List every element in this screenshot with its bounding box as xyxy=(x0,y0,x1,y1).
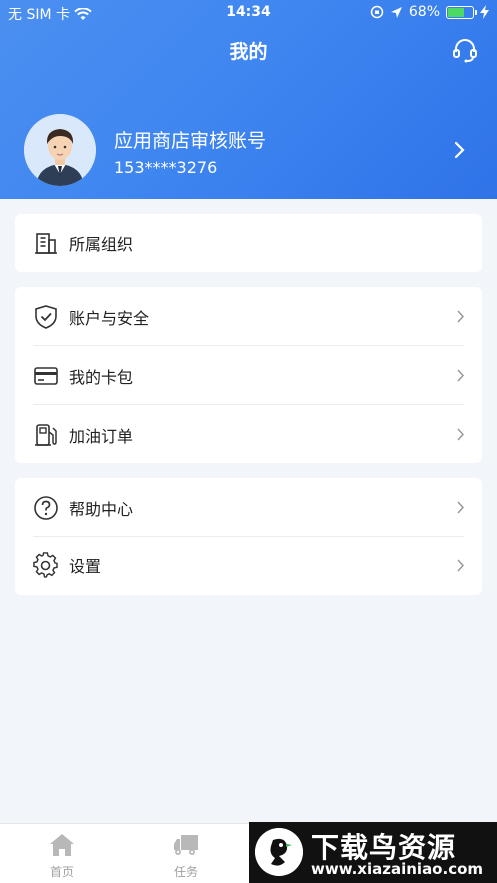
menu-card-support: 帮助中心 设置 xyxy=(15,478,482,595)
status-bar: 无 SIM 卡 14:34 68% xyxy=(0,0,497,26)
chevron-right-icon xyxy=(457,559,465,572)
building-icon xyxy=(35,233,57,254)
user-avatar-icon xyxy=(24,114,96,186)
watermark-url: www.xiazainiao.com xyxy=(311,860,484,878)
menu-item-card-wallet[interactable]: 我的卡包 xyxy=(15,346,482,405)
menu-item-label: 我的卡包 xyxy=(69,367,134,387)
customer-service-icon[interactable] xyxy=(451,36,479,64)
help-icon xyxy=(34,495,58,520)
battery-level xyxy=(448,7,465,17)
chevron-right-icon xyxy=(457,428,465,441)
card-icon xyxy=(34,366,58,385)
chevron-right-icon[interactable] xyxy=(453,140,467,160)
chevron-right-icon xyxy=(457,310,465,323)
menu-item-account-security[interactable]: 账户与安全 xyxy=(15,287,482,346)
battery-icon xyxy=(446,5,477,19)
watermark: 下载鸟资源 www.xiazainiao.com xyxy=(249,822,497,883)
menu-card-organization: 所属组织 xyxy=(15,214,482,272)
chevron-right-icon xyxy=(457,501,465,514)
tab-label: 任务 xyxy=(173,865,198,879)
tab-label: 首页 xyxy=(49,865,74,879)
menu-item-organization[interactable]: 所属组织 xyxy=(15,214,482,272)
profile-phone: 153****3276 xyxy=(114,158,218,177)
menu-item-help-center[interactable]: 帮助中心 xyxy=(15,478,482,537)
location-icon xyxy=(390,6,402,18)
menu-card-account: 账户与安全 我的卡包 加油订单 xyxy=(15,287,482,463)
profile-name[interactable]: 应用商店审核账号 xyxy=(114,126,266,153)
charging-icon xyxy=(480,5,489,19)
truck-icon xyxy=(174,835,198,855)
fuel-pump-icon xyxy=(35,423,57,446)
avatar[interactable] xyxy=(24,114,96,186)
shield-icon xyxy=(35,304,57,329)
menu-item-label: 设置 xyxy=(69,557,102,576)
home-icon xyxy=(50,834,74,856)
menu-item-settings[interactable]: 设置 xyxy=(15,537,482,593)
page-title: 我的 xyxy=(229,41,268,63)
tab-tasks[interactable]: 任务 xyxy=(124,824,248,883)
battery-percent: 68% xyxy=(408,4,440,20)
orientation-lock-icon xyxy=(370,5,384,19)
menu-item-label: 加油订单 xyxy=(69,426,134,446)
menu-item-label: 账户与安全 xyxy=(69,308,150,328)
gear-icon xyxy=(33,552,58,578)
chevron-right-icon xyxy=(457,369,465,382)
menu-item-label: 帮助中心 xyxy=(69,499,134,519)
bird-logo-icon xyxy=(255,828,303,876)
menu-item-label: 所属组织 xyxy=(69,235,134,254)
tab-home[interactable]: 首页 xyxy=(0,824,124,883)
menu-item-fuel-orders[interactable]: 加油订单 xyxy=(15,405,482,464)
